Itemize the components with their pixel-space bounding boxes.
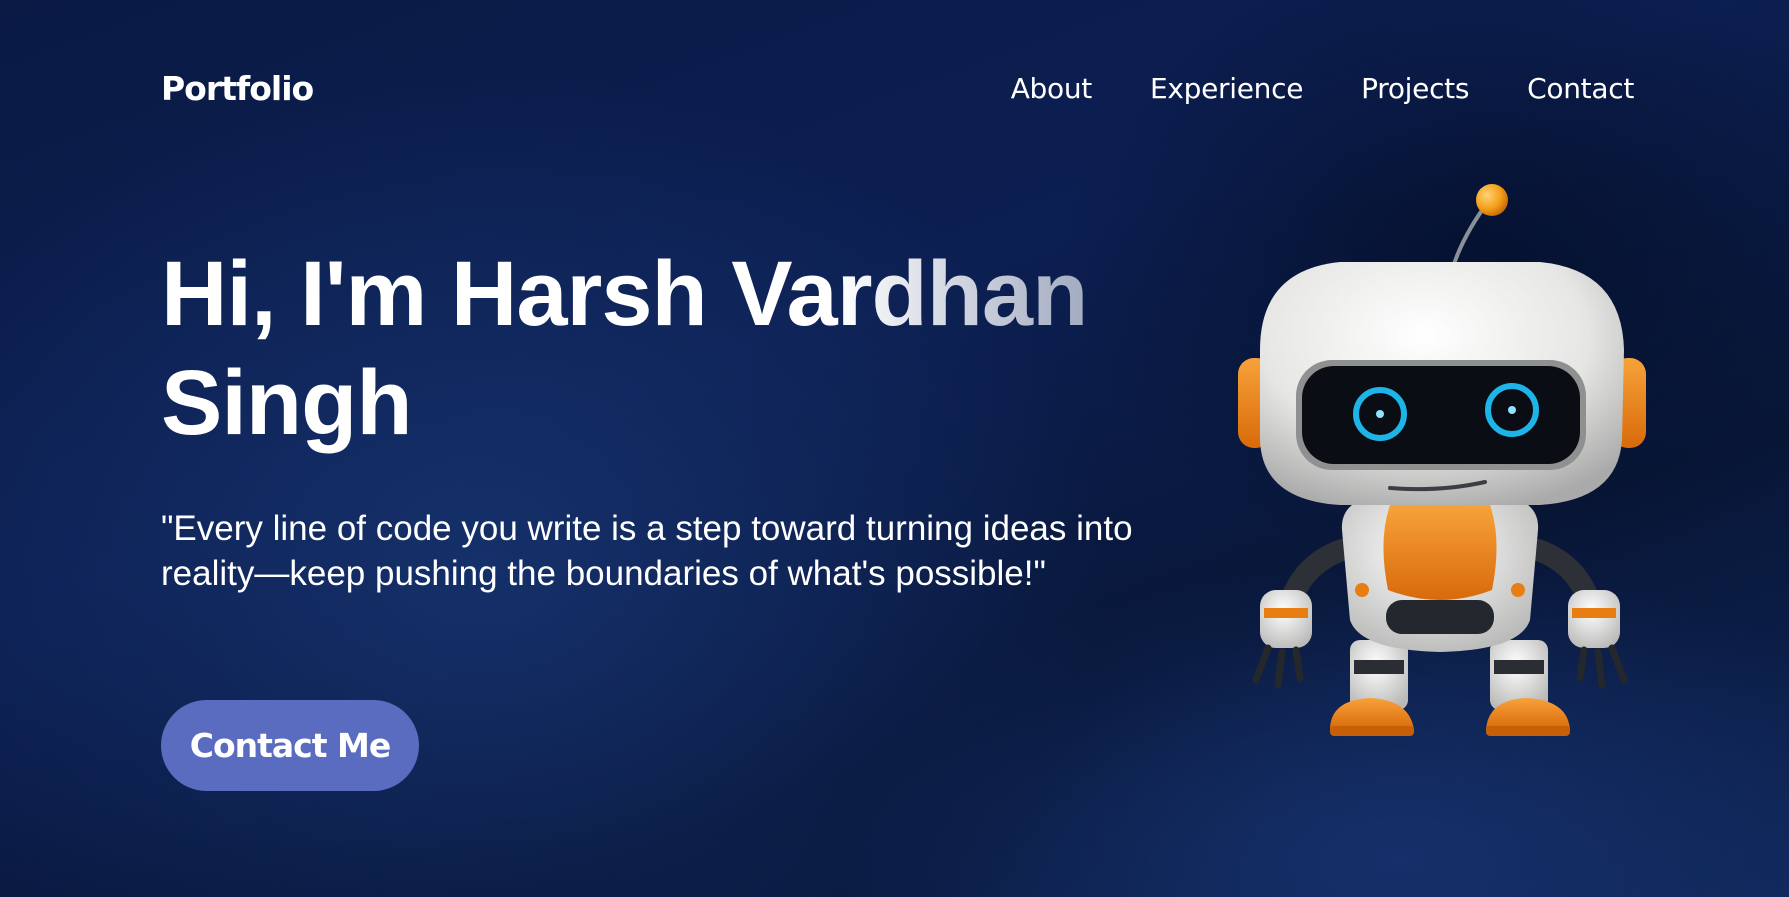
nav-link-projects[interactable]: Projects xyxy=(1361,72,1469,105)
hero-title-line1: Hi, I'm Harsh Vardhan xyxy=(161,243,1088,345)
robot-icon xyxy=(1238,184,1646,736)
hero-title: Hi, I'm Harsh Vardhan Singh xyxy=(161,240,1151,458)
hero-title-line2: Singh xyxy=(161,352,412,454)
hero-quote: "Every line of code you write is a step … xyxy=(161,509,1133,593)
nav-link-contact[interactable]: Contact xyxy=(1527,72,1634,105)
contact-me-button[interactable]: Contact Me xyxy=(161,700,419,791)
nav-link-about[interactable]: About xyxy=(1011,72,1093,105)
navbar: Portfolio About Experience Projects Cont… xyxy=(161,58,1634,118)
hero-section: Hi, I'm Harsh Vardhan Singh "Every line … xyxy=(161,240,1151,596)
nav-links: About Experience Projects Contact xyxy=(1011,72,1635,105)
nav-link-experience[interactable]: Experience xyxy=(1150,72,1303,105)
logo[interactable]: Portfolio xyxy=(161,69,314,108)
